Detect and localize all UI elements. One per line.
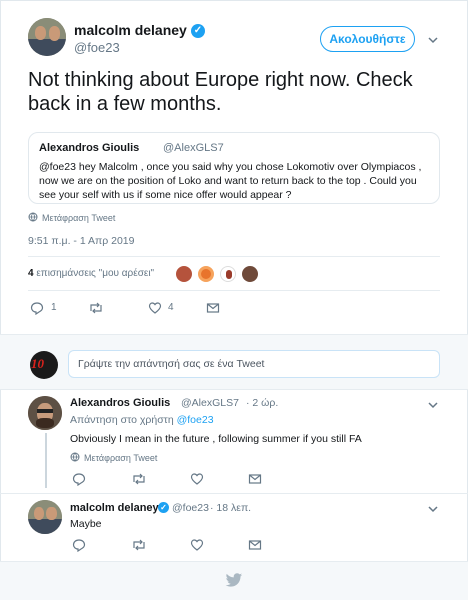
- like-count: 4: [168, 302, 174, 313]
- divider: [28, 290, 440, 291]
- reply-action[interactable]: [72, 538, 88, 554]
- reply-action[interactable]: [72, 472, 88, 488]
- translate-tweet-link[interactable]: Μετάφραση Tweet: [28, 212, 115, 223]
- main-tweet: malcolm delaney ✓ @foe23 Ακολουθήστε Not…: [0, 0, 468, 334]
- timeline-end: [0, 561, 468, 600]
- divider: [0, 493, 468, 494]
- liker-avatar[interactable]: [220, 266, 236, 282]
- quoted-author-handle: @AlexGLS7: [163, 142, 224, 154]
- retweet-action[interactable]: [131, 538, 149, 554]
- twitter-bird-icon: [225, 573, 243, 587]
- liker-avatar[interactable]: [198, 266, 214, 282]
- reply-icon: [72, 539, 86, 552]
- quoted-tweet-text: @foe23 hey Malcolm , once you said why y…: [39, 161, 422, 201]
- heart-icon: [148, 302, 162, 314]
- reply-to-handle[interactable]: @foe23: [177, 414, 214, 426]
- direct-message-action[interactable]: [248, 472, 264, 488]
- reply-icon: [30, 302, 44, 315]
- reply-text: Obviously I mean in the future , followi…: [70, 433, 362, 445]
- chevron-down-icon[interactable]: [428, 504, 438, 514]
- liker-avatar[interactable]: [176, 266, 192, 282]
- reply-author-name[interactable]: malcolm delaney: [70, 502, 159, 514]
- retweet-icon: [133, 539, 145, 551]
- retweet-action[interactable]: [88, 300, 108, 316]
- quoted-author-name: Alexandros Gioulis: [39, 142, 140, 154]
- reply-input[interactable]: Γράψτε την απάντησή σας σε ένα Tweet: [68, 350, 440, 378]
- avatar[interactable]: [28, 396, 62, 430]
- liker-avatar[interactable]: [242, 266, 258, 282]
- user-avatar[interactable]: 10: [30, 351, 58, 379]
- direct-message-action[interactable]: [248, 538, 264, 554]
- translate-label: Μετάφραση Tweet: [42, 213, 116, 223]
- reply-icon: [72, 473, 86, 486]
- divider: [28, 256, 440, 257]
- reply-author-name[interactable]: Alexandros Gioulis: [70, 397, 170, 409]
- reply-action[interactable]: 1: [30, 300, 70, 316]
- message-icon: [206, 303, 220, 313]
- tweet-text: Not thinking about Europe right now. Che…: [28, 69, 413, 115]
- likes-summary[interactable]: 4 επισημάνσεις "μου αρέσει": [28, 268, 154, 279]
- like-action[interactable]: 4: [148, 300, 188, 316]
- likes-label: επισημάνσεις "μου αρέσει": [36, 268, 155, 279]
- reply-to-line: Απάντηση στο χρήστη @foe23: [70, 414, 214, 426]
- chevron-down-icon[interactable]: [428, 400, 438, 410]
- avatar[interactable]: [28, 500, 62, 534]
- reply-text: Maybe: [70, 518, 102, 530]
- globe-icon: [28, 212, 38, 222]
- likes-count: 4: [28, 268, 34, 279]
- reply-time[interactable]: · 18 λεπ.: [210, 502, 251, 514]
- follow-button[interactable]: Ακολουθήστε: [320, 26, 415, 52]
- author-handle[interactable]: @foe23: [74, 40, 120, 55]
- reply-composer: 10 Γράψτε την απάντησή σας σε ένα Tweet: [0, 334, 468, 390]
- translate-label: Μετάφραση Tweet: [84, 453, 158, 463]
- reply-count: 1: [51, 302, 57, 313]
- reply-time[interactable]: · 2 ώρ.: [246, 397, 278, 409]
- reply-author-handle[interactable]: @foe23: [172, 502, 209, 514]
- direct-message-action[interactable]: [206, 300, 226, 316]
- avatar[interactable]: [28, 18, 66, 56]
- verified-badge-icon: ✓: [191, 24, 205, 38]
- message-icon: [248, 474, 262, 484]
- quoted-tweet[interactable]: Alexandros Gioulis @AlexGLS7 @foe23 hey …: [28, 132, 440, 204]
- like-action[interactable]: [190, 538, 206, 554]
- verified-badge-icon: ✓: [158, 502, 169, 513]
- translate-tweet-link[interactable]: Μετάφραση Tweet: [70, 452, 157, 463]
- retweet-action[interactable]: [131, 472, 149, 488]
- heart-icon: [190, 539, 204, 551]
- heart-icon: [190, 473, 204, 485]
- reply-to-label: Απάντηση στο χρήστη: [70, 414, 174, 426]
- thread-connector: [45, 433, 47, 488]
- message-icon: [248, 540, 262, 550]
- retweet-icon: [90, 302, 102, 314]
- chevron-down-icon[interactable]: [428, 35, 438, 45]
- retweet-icon: [133, 473, 145, 485]
- reply-author-handle[interactable]: @AlexGLS7: [181, 397, 239, 409]
- author-name[interactable]: malcolm delaney: [74, 22, 187, 38]
- like-action[interactable]: [190, 472, 206, 488]
- tweet-timestamp[interactable]: 9:51 π.μ. - 1 Απρ 2019: [28, 235, 135, 247]
- avatar-text: 10: [31, 356, 44, 371]
- globe-icon: [70, 452, 80, 462]
